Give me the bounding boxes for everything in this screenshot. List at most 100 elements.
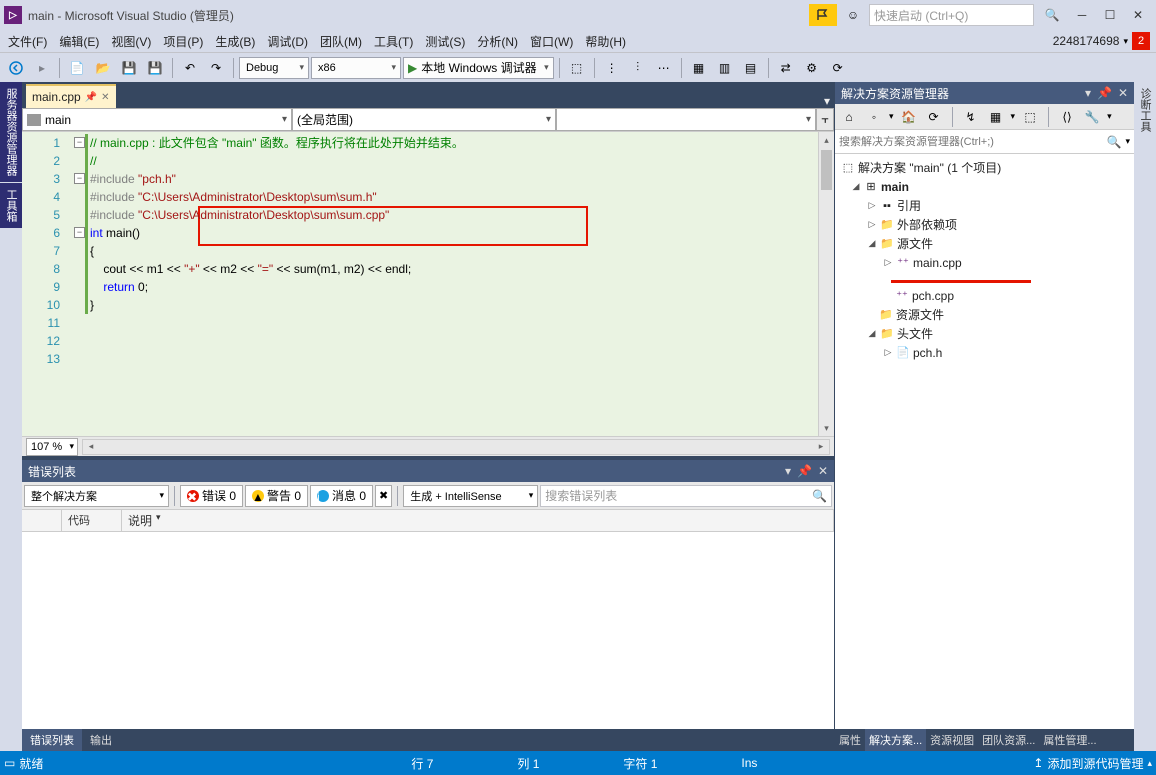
toolbar-btn-7[interactable]: ▤ <box>739 56 763 80</box>
tab-error-list[interactable]: 错误列表 <box>22 729 82 751</box>
panel-close-icon[interactable]: ✕ <box>818 464 828 478</box>
col-code[interactable]: 代码 <box>62 510 122 531</box>
menu-help[interactable]: 帮助(H) <box>579 31 632 52</box>
menu-project[interactable]: 项目(P) <box>157 31 209 52</box>
split-icon[interactable]: ⫟ <box>816 108 834 131</box>
tab-solution-explorer[interactable]: 解决方案... <box>865 729 926 751</box>
menu-view[interactable]: 视图(V) <box>105 31 157 52</box>
feedback-flag-icon[interactable] <box>809 4 837 26</box>
toolbar-btn-8[interactable]: ⇄ <box>774 56 798 80</box>
panel-dropdown-icon[interactable]: ▾ <box>785 464 791 478</box>
menu-test[interactable]: 测试(S) <box>419 31 471 52</box>
toolbar-btn-4[interactable]: ⋯ <box>652 56 676 80</box>
open-icon[interactable]: 📂 <box>91 56 115 80</box>
maximize-button[interactable]: ☐ <box>1096 3 1124 27</box>
scope-combo[interactable]: main <box>22 108 292 131</box>
horizontal-scrollbar[interactable]: ◂ ▸ <box>82 439 830 455</box>
new-project-icon[interactable]: 📄 <box>65 56 89 80</box>
toolbar-btn-6[interactable]: ▥ <box>713 56 737 80</box>
save-icon[interactable]: 💾 <box>117 56 141 80</box>
se-home-icon[interactable]: ⌂ <box>839 107 859 127</box>
solution-tree[interactable]: ⬚解决方案 "main" (1 个项目) ◢⊞main ▷▪▪引用 ▷📁外部依赖… <box>835 154 1134 729</box>
error-search-input[interactable]: 搜索错误列表🔍 <box>540 485 832 507</box>
warnings-filter-button[interactable]: ▲警告 0 <box>245 485 308 507</box>
col-icon[interactable] <box>22 510 62 531</box>
solution-search[interactable]: 🔍 ▾ <box>835 130 1134 154</box>
menu-window[interactable]: 窗口(W) <box>524 31 579 52</box>
toolbar-btn-1[interactable]: ⬚ <box>565 56 589 80</box>
func-combo[interactable] <box>556 108 816 131</box>
menu-build[interactable]: 生成(B) <box>209 31 261 52</box>
se-showall-icon[interactable]: ▦ <box>986 107 1006 127</box>
panel-close-icon[interactable]: ✕ <box>1118 86 1128 100</box>
se-sync-icon[interactable]: 🏠 <box>899 107 919 127</box>
pin-icon[interactable]: 📌 <box>85 92 97 103</box>
nav-back-button[interactable] <box>4 56 28 80</box>
start-debug-button[interactable]: ▶本地 Windows 调试器 <box>403 57 554 79</box>
se-wrench-icon[interactable]: 🔧 <box>1082 107 1102 127</box>
tab-property-manager[interactable]: 属性管理... <box>1039 729 1100 751</box>
zoom-combo[interactable]: 107 % <box>26 438 78 456</box>
menu-file[interactable]: 文件(F) <box>2 31 53 52</box>
feedback-smile-icon[interactable]: ☺ <box>839 4 867 26</box>
menu-edit[interactable]: 编辑(E) <box>53 31 105 52</box>
menu-tools[interactable]: 工具(T) <box>368 31 419 52</box>
scroll-up-icon[interactable]: ▴ <box>819 132 834 148</box>
close-tab-icon[interactable]: ✕ <box>101 92 109 103</box>
save-all-icon[interactable]: 💾 <box>143 56 167 80</box>
scroll-down-icon[interactable]: ▾ <box>819 420 834 436</box>
quick-launch-search-icon[interactable]: 🔍 <box>1038 4 1066 26</box>
account-id[interactable]: 2248174698 <box>1053 34 1120 48</box>
quick-launch-input[interactable]: 快速启动 (Ctrl+Q) <box>869 4 1034 26</box>
account-dropdown-icon[interactable]: ▾ <box>1123 36 1128 47</box>
toolbar-btn-10[interactable]: ⟳ <box>826 56 850 80</box>
minimize-button[interactable]: ─ <box>1068 3 1096 27</box>
notification-badge[interactable]: 2 <box>1132 32 1150 50</box>
se-back-icon[interactable]: ◦ <box>864 107 884 127</box>
messages-filter-button[interactable]: i消息 0 <box>310 485 373 507</box>
member-combo[interactable]: (全局范围) <box>292 108 556 131</box>
se-collapse-icon[interactable]: ↯ <box>961 107 981 127</box>
vertical-scrollbar[interactable]: ▴ ▾ <box>818 132 834 436</box>
toolbar-btn-5[interactable]: ▦ <box>687 56 711 80</box>
menu-team[interactable]: 团队(M) <box>314 31 368 52</box>
diagnostics-tab[interactable]: 诊断工具 <box>1134 82 1156 138</box>
undo-icon[interactable]: ↶ <box>178 56 202 80</box>
toolbar-btn-2[interactable]: ⋮ <box>600 56 624 80</box>
error-list-title: 错误列表 <box>28 463 76 480</box>
clear-filter-button[interactable]: ✖ <box>375 485 392 507</box>
tab-properties[interactable]: 属性 <box>835 729 865 751</box>
scroll-left-icon[interactable]: ◂ <box>83 440 99 454</box>
tab-overflow-icon[interactable]: ▾ <box>824 94 830 108</box>
toolbox-tab[interactable]: 工具箱 <box>0 183 22 228</box>
errors-filter-button[interactable]: ✖错误 0 <box>180 485 243 507</box>
se-refresh-icon[interactable]: ⟳ <box>924 107 944 127</box>
search-icon: 🔍 <box>812 489 827 503</box>
scroll-right-icon[interactable]: ▸ <box>813 440 829 454</box>
se-code-icon[interactable]: ⟨⟩ <box>1057 107 1077 127</box>
toolbar-btn-3[interactable]: ⫶ <box>626 56 650 80</box>
menu-analyze[interactable]: 分析(N) <box>471 31 524 52</box>
doc-tab-main[interactable]: main.cpp 📌 ✕ <box>26 84 116 108</box>
platform-combo[interactable]: x86 <box>311 57 401 79</box>
error-scope-combo[interactable]: 整个解决方案 <box>24 485 169 507</box>
source-control-button[interactable]: ↥添加到源代码管理▴ <box>1033 755 1152 772</box>
tab-resource-view[interactable]: 资源视图 <box>926 729 978 751</box>
col-description[interactable]: 说明▾ <box>122 510 834 531</box>
server-explorer-tab[interactable]: 服务器资源管理器 <box>0 82 22 182</box>
menu-debug[interactable]: 调试(D) <box>261 31 314 52</box>
code-editor[interactable]: 12345678910111213 −// main.cpp : 此文件包含 "… <box>22 132 818 436</box>
se-props-icon[interactable]: ⬚ <box>1020 107 1040 127</box>
left-tool-gutter: 服务器资源管理器 工具箱 <box>0 82 22 751</box>
tab-team-explorer[interactable]: 团队资源... <box>978 729 1039 751</box>
redo-icon[interactable]: ↷ <box>204 56 228 80</box>
panel-dropdown-icon[interactable]: ▾ <box>1085 86 1091 100</box>
tab-output[interactable]: 输出 <box>82 729 120 751</box>
nav-forward-button[interactable]: ▸ <box>30 56 54 80</box>
toolbar-btn-9[interactable]: ⚙ <box>800 56 824 80</box>
panel-pin-icon[interactable]: 📌 <box>1097 86 1112 100</box>
build-intellisense-combo[interactable]: 生成 + IntelliSense <box>403 485 538 507</box>
config-combo[interactable]: Debug <box>239 57 309 79</box>
close-button[interactable]: ✕ <box>1124 3 1152 27</box>
panel-pin-icon[interactable]: 📌 <box>797 464 812 478</box>
